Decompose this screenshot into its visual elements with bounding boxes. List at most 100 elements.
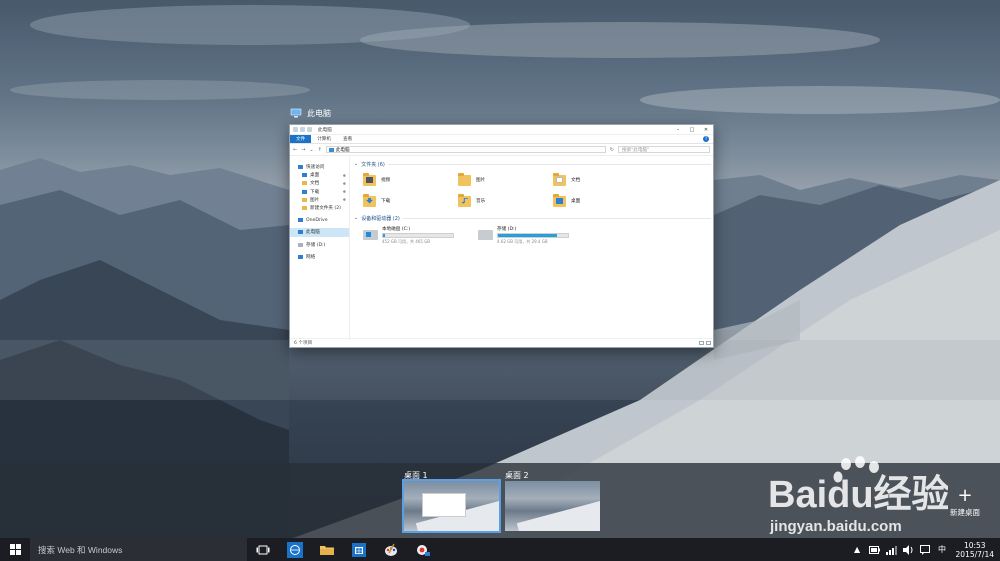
clock-date: 2015/7/14 [955, 549, 994, 559]
new-desktop-label: 新建桌面 [950, 508, 980, 517]
watermark-text: Baidu经验 [768, 474, 948, 516]
desktop-2-label: 桌面 2 [505, 470, 529, 480]
new-desktop-button[interactable]: + 新建桌面 [945, 487, 985, 518]
taskbar-app-store[interactable] [343, 538, 375, 561]
status-bar: 6 个项目 [290, 338, 713, 347]
window-preview-label[interactable]: 此电脑 [290, 107, 331, 119]
downloads-folder-icon [363, 193, 376, 207]
up-arrow-icon[interactable]: ↑ [318, 147, 322, 153]
folder-documents[interactable]: 文档 [553, 171, 648, 189]
drive-d[interactable]: 存储 (D:) 4.62 GB 可用，共 29.4 GB [478, 226, 569, 245]
tab-file[interactable]: 文件 [290, 135, 312, 143]
clock-time: 10:53 [963, 540, 986, 550]
windows-logo-icon [9, 544, 21, 555]
nav-item-downloads[interactable]: 下载 ✱ [290, 188, 349, 196]
windows-drive-icon [363, 230, 378, 240]
desktop-2-thumbnail[interactable] [505, 481, 600, 531]
nav-item-pictures[interactable]: 图片 ✱ [290, 196, 349, 204]
refresh-icon[interactable]: ↻ [610, 147, 614, 153]
breadcrumb[interactable]: 此电脑 [336, 147, 350, 153]
task-view-button[interactable] [247, 538, 279, 561]
nav-item-network[interactable]: 网络 [290, 253, 349, 261]
pictures-icon [302, 197, 307, 202]
nav-item-desktop[interactable]: 桌面 ✱ [290, 171, 349, 179]
file-explorer-window-preview[interactable]: 此电脑 – □ ✕ 文件 计算机 查看 ? ← → ⌄ ↑ 此电脑 ↻ 搜索"此… [289, 124, 714, 348]
pictures-folder-icon [458, 172, 471, 186]
folder-pictures[interactable]: 图片 [458, 171, 553, 189]
taskbar-clock[interactable]: 10:53 2015/7/14 [956, 541, 994, 559]
nav-item-new-folder[interactable]: 新建文件夹 (2) [290, 204, 349, 212]
folder-desktop[interactable]: 桌面 [553, 192, 648, 210]
maximize-button[interactable]: □ [685, 127, 699, 133]
desktop-2-item[interactable]: 桌面 2 [505, 469, 600, 531]
details-view-icon[interactable] [699, 341, 704, 345]
computer-icon [328, 147, 334, 152]
pin-icon: ✱ [342, 180, 346, 186]
desktop-icon [302, 173, 307, 178]
chevron-down-icon[interactable]: ⌄ [309, 147, 313, 153]
taskbar-app-edge[interactable] [279, 538, 311, 561]
navigation-pane: 快速访问 桌面 ✱ 文档 ✱ 下载 ✱ 图片 ✱ 新建文件夹 (2) OneDrive … [290, 157, 350, 340]
explorer-titlebar[interactable]: 此电脑 – □ ✕ [290, 125, 713, 135]
taskbar-search-box[interactable] [30, 538, 247, 561]
volume-icon[interactable] [902, 544, 914, 555]
folder-videos[interactable]: 视频 [363, 171, 458, 189]
drive-usage-bar [497, 233, 569, 238]
drive-free-space: 4.62 GB 可用，共 29.4 GB [497, 239, 548, 244]
quick-access-toolbar [293, 127, 312, 132]
nav-item-onedrive[interactable]: OneDrive [290, 216, 349, 224]
drive-icon [298, 242, 303, 247]
nav-item-documents[interactable]: 文档 ✱ [290, 179, 349, 187]
folders-section-header[interactable]: ⌄ 文件夹 (6) [354, 160, 711, 168]
pin-icon: ✱ [342, 172, 346, 178]
drive-usage-bar [382, 233, 454, 238]
documents-icon [302, 181, 307, 186]
large-icons-view-icon[interactable] [706, 341, 711, 345]
chevron-down-icon: ⌄ [354, 161, 359, 167]
minimize-button[interactable]: – [671, 127, 685, 133]
window-preview-title: 此电脑 [307, 108, 331, 118]
taskbar-app-paint[interactable] [375, 538, 407, 561]
help-icon[interactable]: ? [703, 136, 709, 142]
drive-free-space: 452 GB 可用，共 465 GB [382, 239, 431, 244]
baidu-paw-logo: Baidu经验 jingyan.baidu.com [768, 456, 950, 535]
taskbar-search-input[interactable] [38, 544, 218, 555]
battery-icon[interactable] [868, 544, 880, 555]
folder-icon [302, 206, 307, 211]
new-folder-icon[interactable] [307, 127, 312, 132]
explorer-search-input[interactable]: 搜索"此电脑" [618, 146, 710, 153]
system-tray: ▲ 中 10:53 2015/7/14 [852, 541, 1000, 559]
input-method-indicator[interactable]: 中 [937, 544, 948, 555]
nav-item-quick-access[interactable]: 快速访问 [290, 163, 349, 171]
address-bar[interactable]: 此电脑 [325, 146, 606, 153]
videos-folder-icon [363, 172, 376, 186]
watermark-url: jingyan.baidu.com [769, 518, 902, 535]
drive-c[interactable]: 本地磁盘 (C:) 452 GB 可用，共 465 GB [363, 226, 454, 245]
chevron-up-icon[interactable]: ▲ [852, 544, 863, 555]
start-button[interactable] [0, 538, 30, 561]
folder-downloads[interactable]: 下载 [363, 192, 458, 210]
nav-item-drive-d[interactable]: 存储 (D:) [290, 241, 349, 249]
drive-name: 本地磁盘 (C:) [382, 227, 411, 232]
taskbar-app-photos[interactable] [407, 538, 439, 561]
folder-music[interactable]: 音乐 [458, 192, 553, 210]
task-view-icon [256, 545, 270, 554]
drive-icon [478, 230, 493, 240]
baidu-jingyan-watermark: Baidu经验 jingyan.baidu.com [768, 455, 950, 535]
drives-section-header[interactable]: ⌄ 设备和驱动器 (2) [354, 214, 711, 222]
network-icon[interactable] [885, 544, 897, 555]
action-center-icon[interactable] [920, 544, 931, 555]
desktop-1-item[interactable]: 桌面 1 [402, 469, 501, 533]
close-button[interactable]: ✕ [699, 127, 713, 133]
back-arrow-icon[interactable]: ← [293, 147, 297, 153]
nav-item-this-pc[interactable]: 此电脑 [290, 228, 349, 237]
taskbar-app-file-explorer[interactable] [311, 538, 343, 561]
tab-computer[interactable]: 计算机 [311, 135, 337, 143]
pin-icon: ✱ [342, 189, 346, 195]
forward-arrow-icon[interactable]: → [301, 147, 305, 153]
tab-view[interactable]: 查看 [337, 135, 358, 143]
drive-name: 存储 (D:) [497, 227, 517, 232]
properties-icon[interactable] [300, 127, 305, 132]
plus-icon: + [957, 485, 973, 506]
desktop-1-thumbnail[interactable] [402, 479, 501, 533]
